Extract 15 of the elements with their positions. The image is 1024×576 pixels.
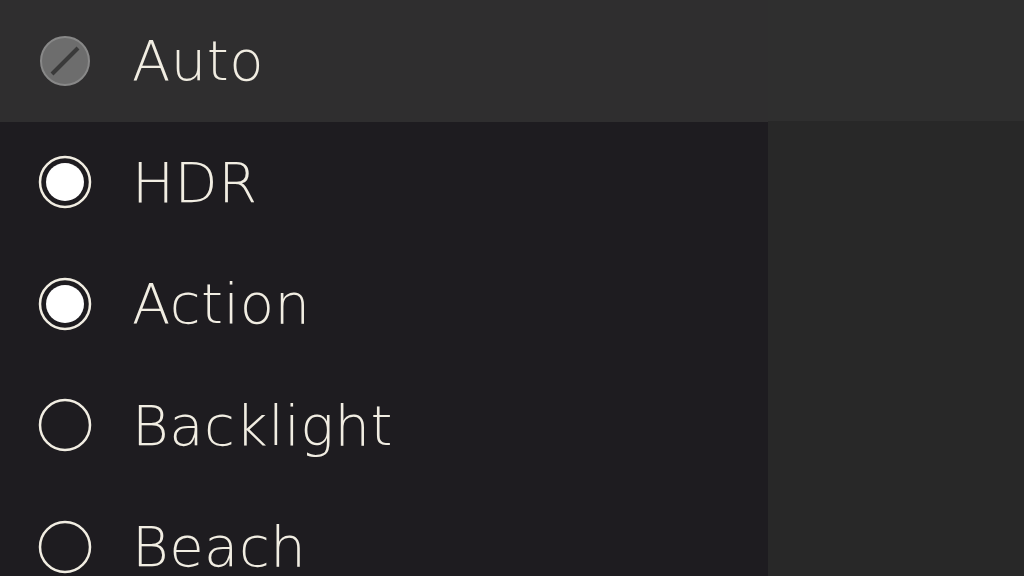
option-label: Beach bbox=[132, 514, 307, 576]
disabled-icon bbox=[38, 33, 92, 88]
mode-option[interactable]: Action bbox=[0, 243, 768, 365]
option-label: HDR bbox=[132, 149, 258, 215]
mode-option[interactable]: Auto bbox=[0, 0, 768, 122]
radio-button[interactable] bbox=[38, 276, 92, 331]
option-label: Action bbox=[132, 271, 311, 337]
option-label: Auto bbox=[132, 28, 265, 94]
radio-button[interactable] bbox=[38, 519, 92, 574]
radio-button[interactable] bbox=[38, 155, 92, 210]
option-label: Backlight bbox=[132, 392, 393, 458]
radio-button[interactable] bbox=[38, 398, 92, 453]
mode-option[interactable]: HDR bbox=[0, 121, 768, 243]
mode-option[interactable]: Backlight bbox=[0, 364, 768, 486]
mode-option[interactable]: Beach bbox=[0, 486, 768, 576]
